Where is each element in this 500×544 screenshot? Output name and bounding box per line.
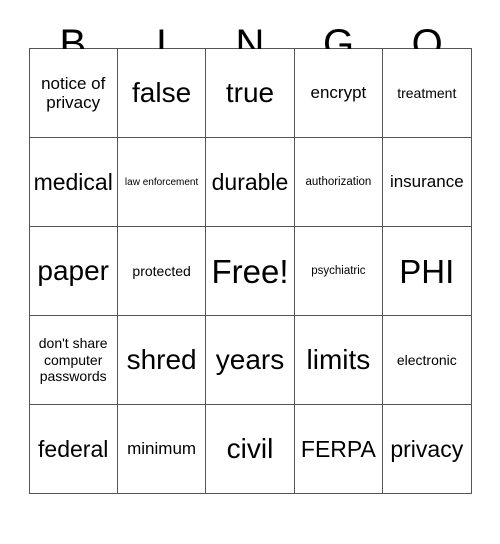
bingo-cell-label: treatment [397,84,457,101]
bingo-cell[interactable]: privacy [383,405,472,494]
bingo-cell-label: years [215,344,285,375]
bingo-cell-label: psychiatric [311,264,366,277]
bingo-cell-label: civil [226,433,274,464]
bingo-cell[interactable]: false [117,49,207,138]
bingo-cell[interactable]: minimum [117,405,207,494]
bingo-cell[interactable]: medical [29,138,118,227]
bingo-cell[interactable]: federal [29,405,118,494]
bingo-cell-label: authorization [305,175,372,188]
bingo-grid: notice of privacy false true encrypt tre… [28,48,472,494]
bingo-cell-label: notice of privacy [41,73,106,112]
bingo-cell-label: shred [126,344,197,375]
bingo-cell[interactable]: electronic [383,316,472,405]
bingo-header-letter-b: B [59,22,87,66]
bingo-cell-label: Free! [211,252,289,290]
bingo-header-letter-o: O [411,22,443,66]
bingo-cell[interactable]: years [206,316,295,405]
bingo-cell[interactable]: encrypt [294,49,384,138]
bingo-cell[interactable]: protected [117,227,207,316]
bingo-cell[interactable]: notice of privacy [29,49,118,138]
bingo-cell[interactable]: psychiatric [294,227,384,316]
bingo-cell-label: PHI [399,252,455,290]
bingo-cell[interactable]: authorization [294,138,384,227]
bingo-cell-label: encrypt [310,83,367,103]
bingo-cell[interactable]: true [206,49,295,138]
bingo-card: B I N G O notice of privacy false true e… [0,0,500,544]
bingo-cell[interactable]: civil [206,405,295,494]
bingo-cell[interactable]: durable [206,138,295,227]
bingo-cell[interactable]: PHI [383,227,472,316]
bingo-header-row: B I N G O [29,0,472,66]
bingo-cell-label: FERPA [300,435,376,462]
bingo-cell[interactable]: shred [117,316,207,405]
bingo-cell[interactable]: FERPA [294,405,384,494]
bingo-header-letter-g: G [323,22,355,66]
bingo-cell-label: protected [132,262,191,279]
bingo-cell-label: don't share computer passwords [38,334,108,385]
bingo-cell-label: electronic [396,351,457,368]
bingo-cell-label: limits [306,344,371,375]
bingo-cell-label: insurance [389,172,464,192]
bingo-header-letter-i: I [155,22,167,66]
bingo-cell[interactable]: don't share computer passwords [29,316,118,405]
bingo-cell[interactable]: law enforcement [117,138,207,227]
bingo-cell[interactable]: limits [294,316,384,405]
bingo-cell-label: law enforcement [124,176,199,188]
bingo-cell-free-space[interactable]: Free! [206,227,295,316]
bingo-cell-label: paper [37,255,109,286]
bingo-cell[interactable]: treatment [383,49,472,138]
bingo-cell-label: durable [211,168,289,195]
bingo-cell[interactable]: insurance [383,138,472,227]
bingo-cell-label: medical [33,168,113,195]
bingo-cell-label: false [132,77,192,108]
bingo-cell-label: minimum [127,439,197,459]
bingo-cell-label: federal [38,435,109,462]
bingo-cell-label: privacy [390,435,464,462]
bingo-cell-label: true [225,77,275,108]
bingo-cell[interactable]: paper [29,227,118,316]
bingo-header-letter-n: N [235,22,265,66]
